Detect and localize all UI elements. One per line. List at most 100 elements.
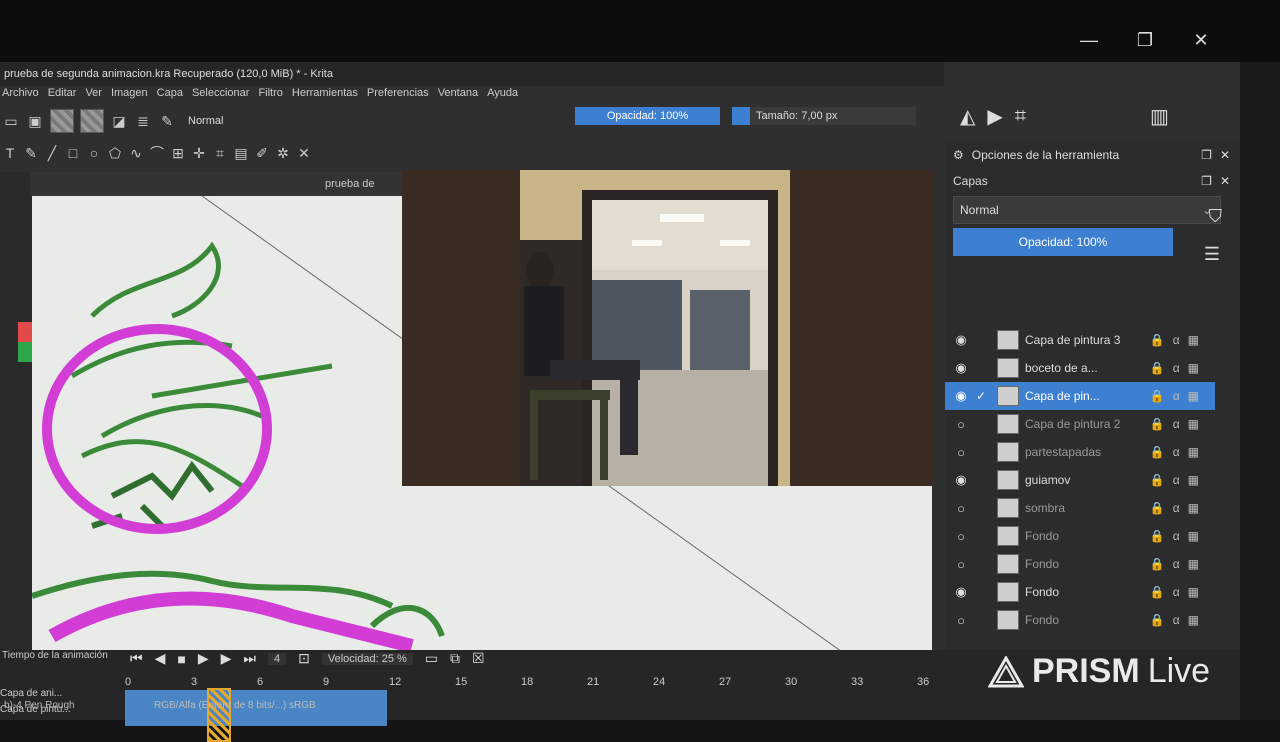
move-tool-icon[interactable]: ✛ <box>191 145 207 162</box>
layer-props-icons[interactable]: 🔒α▦ <box>1150 501 1207 515</box>
eye-icon[interactable]: ◉ <box>951 472 971 488</box>
brush-tool-icon[interactable]: ✎ <box>23 145 39 162</box>
menu-icon[interactable]: ☰ <box>1204 244 1220 265</box>
mirror-vertical-icon[interactable]: ▶ <box>987 104 1002 129</box>
pattern-swatch[interactable] <box>50 109 74 133</box>
menu-layer[interactable]: Capa <box>157 82 183 104</box>
menu-filter[interactable]: Filtro <box>258 82 282 104</box>
freehand-path-icon[interactable]: ⌒ <box>149 143 165 163</box>
menu-edit[interactable]: Editar <box>48 82 77 104</box>
transform-tool-icon[interactable]: ⊞ <box>170 145 186 162</box>
save-icon[interactable]: ▣ <box>26 112 44 130</box>
gradient-swatch[interactable] <box>80 109 104 133</box>
eye-hidden-icon[interactable]: ○ <box>951 529 971 544</box>
layer-blend-mode-select[interactable]: Normal ⌄ <box>953 196 1221 224</box>
brush-presets-icon[interactable]: ≣ <box>134 112 152 130</box>
panel-layout-icon[interactable]: ▥ <box>1150 104 1169 129</box>
layer-row[interactable]: ○ Fondo 🔒α▦ <box>945 550 1215 578</box>
prev-frame-icon[interactable]: ◀ <box>155 650 166 667</box>
layer-row[interactable]: ◉ ✓ Capa de pin... 🔒α▦ <box>945 382 1215 410</box>
menu-help[interactable]: Ayuda <box>487 82 518 104</box>
stop-icon[interactable]: ■ <box>177 651 185 667</box>
brush-preset-icon[interactable]: ✎ <box>158 112 176 130</box>
layer-props-icons[interactable]: 🔒α▦ <box>1150 585 1207 599</box>
menu-file[interactable]: Archivo <box>2 82 39 104</box>
layer-props-icons[interactable]: 🔒α▦ <box>1150 529 1207 543</box>
layer-opacity-slider[interactable]: Opacidad: 100% <box>953 228 1173 256</box>
layer-props-icons[interactable]: 🔒α▦ <box>1150 557 1207 571</box>
menu-preferences[interactable]: Preferencias <box>367 82 429 104</box>
filter-icon[interactable]: ⛉ <box>1209 206 1223 227</box>
layer-row[interactable]: ◉ boceto de a... 🔒α▦ <box>945 354 1215 382</box>
close-docker-icon[interactable]: ✕ <box>1220 148 1230 162</box>
size-slider[interactable]: Tamaño: 7,00 px <box>732 107 916 125</box>
layer-row[interactable]: ○ Fondo 🔒α▦ <box>945 522 1215 550</box>
eye-icon[interactable]: ◉ <box>951 360 971 376</box>
float-icon[interactable]: ❐ <box>1201 174 1212 188</box>
text-tool-icon[interactable]: T <box>2 145 18 161</box>
opacity-slider[interactable]: Opacidad: 100% <box>575 107 720 125</box>
color-picker-icon[interactable]: ✐ <box>254 145 270 162</box>
line-tool-icon[interactable]: ╱ <box>44 145 60 162</box>
close-docker-icon[interactable]: ✕ <box>1220 174 1230 188</box>
menu-window[interactable]: Ventana <box>438 82 478 104</box>
add-keyframe-icon[interactable]: ▭ <box>425 650 438 667</box>
layer-row[interactable]: ○ sombra 🔒α▦ <box>945 494 1215 522</box>
bezier-tool-icon[interactable]: ∿ <box>128 145 144 162</box>
eye-hidden-icon[interactable]: ○ <box>951 613 971 628</box>
menu-image[interactable]: Imagen <box>111 82 148 104</box>
document-tab[interactable]: prueba de segunda <box>30 172 410 214</box>
fill-icon[interactable]: ◪ <box>110 112 128 130</box>
zoom-icon[interactable]: ⊡ <box>298 650 310 667</box>
first-frame-icon[interactable]: ⏮ <box>130 650 143 667</box>
polygon-tool-icon[interactable]: ⬠ <box>107 145 123 162</box>
minimize-button[interactable]: — <box>1080 30 1098 51</box>
layer-row[interactable]: ○ Capa de pintura 2 🔒α▦ <box>945 410 1215 438</box>
checkmark-icon[interactable]: ✓ <box>971 389 991 403</box>
tool-options-header[interactable]: ⚙ Opciones de la herramienta ❐ ✕ <box>945 140 1240 170</box>
eye-icon[interactable]: ◉ <box>951 332 971 348</box>
remove-keyframe-icon[interactable]: ☒ <box>472 650 485 667</box>
close-icon[interactable]: ✕ <box>296 145 312 162</box>
duplicate-keyframe-icon[interactable]: ⧉ <box>450 650 460 667</box>
new-document-icon[interactable]: ▭ <box>2 112 20 130</box>
ellipse-tool-icon[interactable]: ○ <box>86 145 102 161</box>
layer-row[interactable]: ○ partestapadas 🔒α▦ <box>945 438 1215 466</box>
speed-field[interactable]: Velocidad: 25 % <box>321 652 413 665</box>
layer-props-icons[interactable]: 🔒α▦ <box>1150 361 1207 375</box>
rectangle-tool-icon[interactable]: □ <box>65 145 81 161</box>
menu-select[interactable]: Seleccionar <box>192 82 249 104</box>
crop-icon[interactable]: ⌗ <box>1015 105 1026 128</box>
layer-row[interactable]: ◉ Fondo 🔒α▦ <box>945 578 1215 606</box>
layer-props-icons[interactable]: 🔒α▦ <box>1150 473 1207 487</box>
maximize-button[interactable]: ❐ <box>1136 30 1154 51</box>
eye-hidden-icon[interactable]: ○ <box>951 501 971 516</box>
layer-row[interactable]: ◉ Capa de pintura 3 🔒α▦ <box>945 326 1215 354</box>
frame-field[interactable]: 4 <box>268 652 287 665</box>
eye-hidden-icon[interactable]: ○ <box>951 417 971 432</box>
eye-hidden-icon[interactable]: ○ <box>951 557 971 572</box>
play-icon[interactable]: ▶ <box>198 650 209 667</box>
blend-mode-select[interactable]: Normal <box>182 115 229 127</box>
menu-tools[interactable]: Herramientas <box>292 82 358 104</box>
last-frame-icon[interactable]: ⏭ <box>243 650 256 667</box>
layer-props-icons[interactable]: 🔒α▦ <box>1150 333 1207 347</box>
eye-icon[interactable]: ◉ <box>951 584 971 600</box>
crop-tool-icon[interactable]: ⌗ <box>212 145 228 162</box>
close-button[interactable]: ✕ <box>1192 30 1210 51</box>
next-frame-icon[interactable]: ▶ <box>221 650 232 667</box>
layer-props-icons[interactable]: 🔒α▦ <box>1150 445 1207 459</box>
layer-row[interactable]: ◉ guiamov 🔒α▦ <box>945 466 1215 494</box>
menu-view[interactable]: Ver <box>85 82 102 104</box>
layer-props-icons[interactable]: 🔒α▦ <box>1150 417 1207 431</box>
eye-hidden-icon[interactable]: ○ <box>951 445 971 460</box>
layer-props-icons[interactable]: 🔒α▦ <box>1150 613 1207 627</box>
mirror-horizontal-icon[interactable]: ◭ <box>960 104 975 129</box>
float-icon[interactable]: ❐ <box>1201 148 1212 162</box>
eye-icon[interactable]: ◉ <box>951 388 971 404</box>
gradient-tool-icon[interactable]: ▤ <box>233 145 249 162</box>
layer-props-icons[interactable]: 🔒α▦ <box>1150 389 1207 403</box>
color-swatch[interactable] <box>18 322 32 362</box>
assistant-tool-icon[interactable]: ✲ <box>275 145 291 162</box>
layer-row[interactable]: ○ Fondo 🔒α▦ <box>945 606 1215 634</box>
